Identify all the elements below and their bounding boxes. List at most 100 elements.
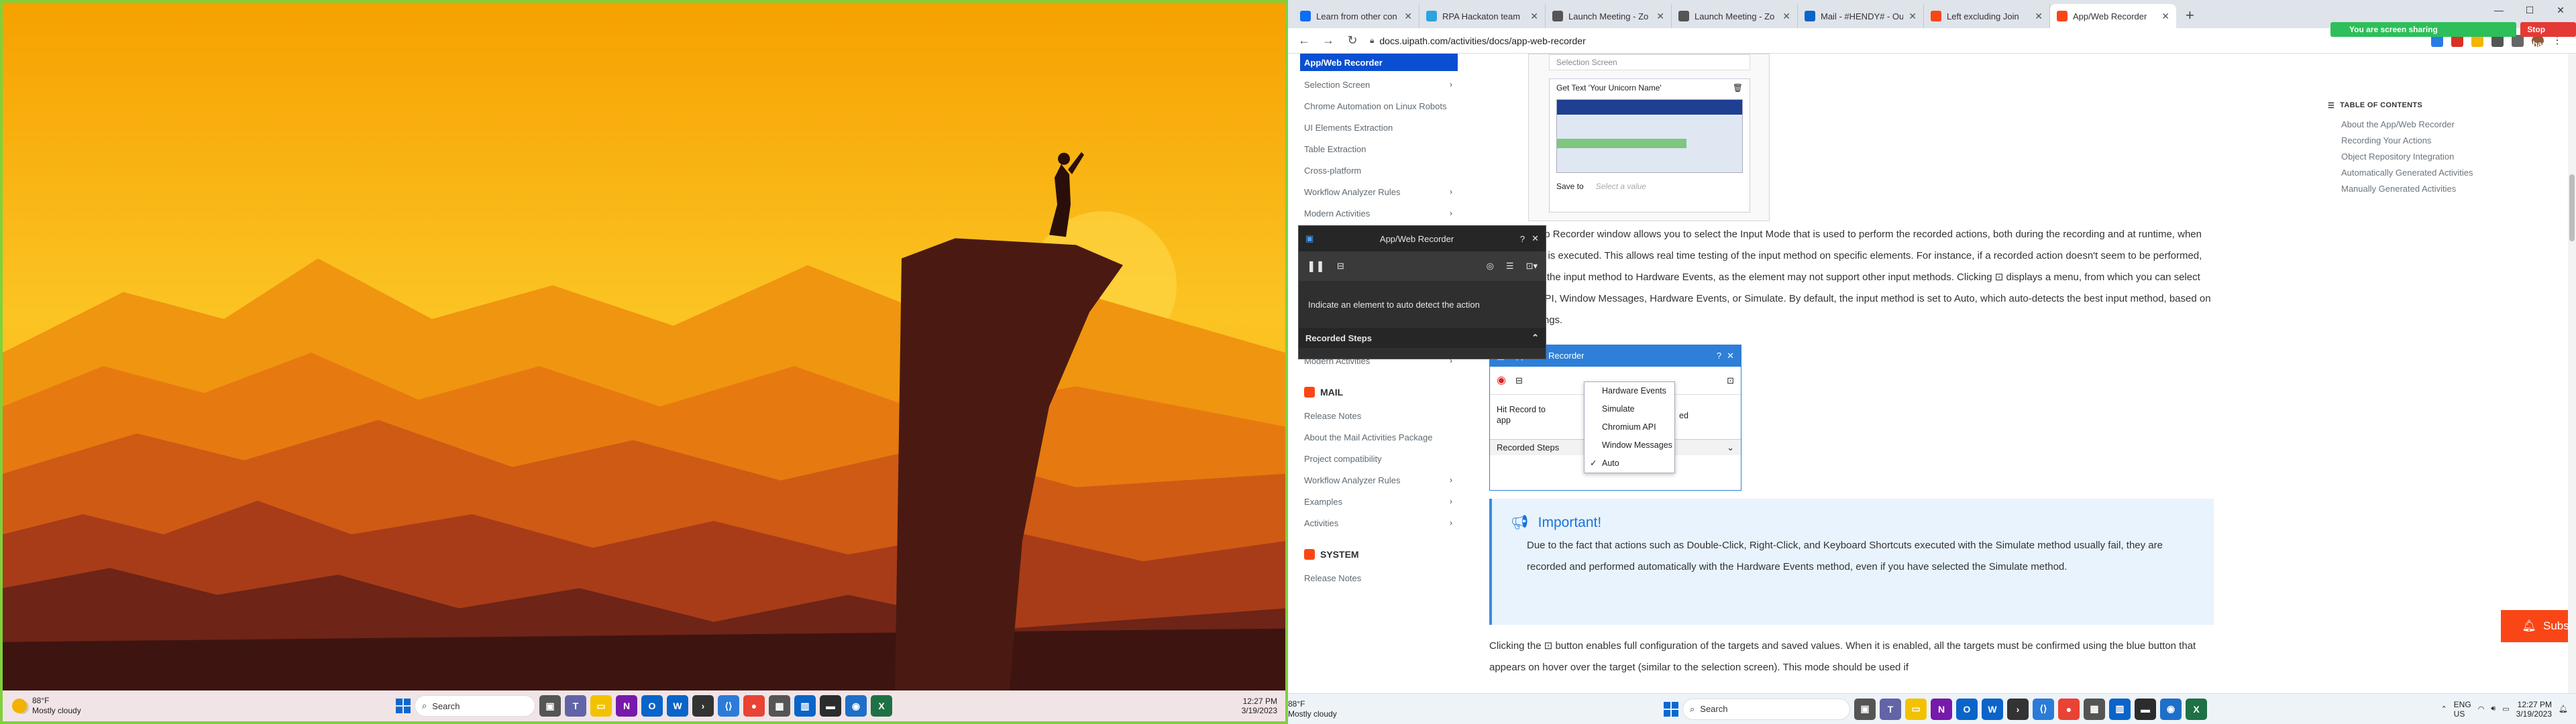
target-icon[interactable]: ◎ bbox=[1487, 261, 1494, 272]
toc-link[interactable]: Recording Your Actions bbox=[2328, 130, 2475, 146]
toc-link[interactable]: About the App/Web Recorder bbox=[2328, 114, 2475, 130]
search-placeholder: Search bbox=[432, 701, 460, 711]
remote-desktop-icon[interactable]: ▥ bbox=[2109, 698, 2131, 720]
task-view-icon[interactable]: ▣ bbox=[1854, 698, 1876, 720]
reload-icon[interactable]: ↻ bbox=[1346, 34, 1359, 48]
url-field[interactable]: 🔒︎ docs.uipath.com/activities/docs/app-w… bbox=[1370, 30, 1960, 51]
battery-icon[interactable]: ▭ bbox=[2502, 705, 2509, 713]
browser-tab[interactable]: App/Web Recorder ✕ bbox=[2050, 4, 2176, 28]
sidebar-item[interactable]: Examples › bbox=[1300, 491, 1458, 512]
sidebar-item[interactable]: About the Mail Activities Package bbox=[1300, 426, 1458, 448]
stop-share-button[interactable]: Stop Share bbox=[2520, 22, 2576, 49]
browser-tab[interactable]: Launch Meeting - Zo ✕ bbox=[1546, 4, 1672, 28]
remote-desktop-icon[interactable]: ▥ bbox=[794, 695, 816, 717]
close-icon[interactable]: ✕ bbox=[1532, 233, 1539, 244]
app-icon[interactable]: ▦ bbox=[2084, 698, 2105, 720]
zoom-icon[interactable]: ◉ bbox=[845, 695, 867, 717]
chevron-right-icon: › bbox=[1450, 475, 1452, 485]
terminal-icon[interactable]: › bbox=[2007, 698, 2029, 720]
sidebar-item[interactable]: Table Extraction bbox=[1300, 138, 1458, 160]
excel-icon[interactable]: X bbox=[2186, 698, 2207, 720]
tab-close-icon[interactable]: ✕ bbox=[1404, 11, 1412, 22]
new-tab-icon[interactable]: + bbox=[2176, 7, 2204, 28]
taskbar-search[interactable]: ⌕ Search bbox=[415, 695, 535, 717]
sidebar-item[interactable]: Activities › bbox=[1300, 512, 1458, 534]
close-icon[interactable]: ✕ bbox=[2545, 0, 2576, 20]
sidebar-item[interactable]: Release Notes bbox=[1300, 405, 1458, 426]
file-explorer-icon[interactable]: ▭ bbox=[590, 695, 612, 717]
windows-start-icon[interactable] bbox=[396, 699, 411, 713]
tab-close-icon[interactable]: ✕ bbox=[1909, 11, 1917, 22]
weather-widget[interactable]: 88°F Mostly cloudy bbox=[3, 696, 137, 716]
wifi-icon[interactable]: ◠ bbox=[2478, 705, 2485, 713]
maximize-icon[interactable]: ☐ bbox=[2514, 0, 2545, 20]
notification-icon[interactable]: 🔔︎ bbox=[2559, 705, 2568, 713]
outlook-icon[interactable]: O bbox=[641, 695, 663, 717]
browser-tab[interactable]: Learn from other con ✕ bbox=[1293, 4, 1419, 28]
tab-close-icon[interactable]: ✕ bbox=[1782, 11, 1790, 22]
tab-close-icon[interactable]: ✕ bbox=[2035, 11, 2043, 22]
tab-close-icon[interactable]: ✕ bbox=[1530, 11, 1538, 22]
sidebar-item[interactable]: Modern Activities › bbox=[1300, 202, 1458, 224]
chrome-icon[interactable]: ● bbox=[2058, 698, 2080, 720]
sidebar-item[interactable]: Release Notes bbox=[1300, 567, 1458, 589]
chrome-icon[interactable]: ● bbox=[743, 695, 765, 717]
tab-close-icon[interactable]: ✕ bbox=[2161, 11, 2169, 22]
forward-icon[interactable]: → bbox=[1322, 34, 1335, 48]
browser-tab[interactable]: RPA Hackaton team ✕ bbox=[1419, 4, 1546, 28]
sidebar-item[interactable]: Workflow Analyzer Rules › bbox=[1300, 469, 1458, 491]
pause-icon[interactable]: ❚❚ bbox=[1307, 259, 1325, 273]
vscode-icon[interactable]: ⟨⟩ bbox=[2033, 698, 2054, 720]
help-icon[interactable]: ? bbox=[1520, 234, 1525, 244]
toc-link[interactable]: Automatically Generated Activities bbox=[2328, 162, 2475, 178]
save-icon[interactable]: ⊟ bbox=[1337, 261, 1344, 272]
browser-tab[interactable]: Left excluding Join ✕ bbox=[1924, 4, 2050, 28]
windows-start-icon[interactable] bbox=[1664, 701, 1678, 717]
sidebar-item[interactable]: Chrome Automation on Linux Robots bbox=[1300, 95, 1458, 117]
page-scrollbar[interactable] bbox=[2568, 54, 2576, 693]
sidebar-item[interactable]: Selection Screen › bbox=[1300, 74, 1458, 95]
sidebar-item[interactable]: UI Elements Extraction bbox=[1300, 117, 1458, 138]
toc-link[interactable]: Object Repository Integration bbox=[2328, 146, 2475, 162]
sidebar-item[interactable]: Cross-platform bbox=[1300, 160, 1458, 181]
onenote-icon[interactable]: N bbox=[616, 695, 637, 717]
task-view-icon[interactable]: ▣ bbox=[539, 695, 561, 717]
cmd-icon[interactable]: ▬ bbox=[820, 695, 841, 717]
app-icon[interactable]: ▦ bbox=[769, 695, 790, 717]
teams-icon[interactable]: T bbox=[565, 695, 586, 717]
sidebar-item[interactable]: App/Web Recorder bbox=[1300, 54, 1458, 71]
outlook-icon[interactable]: O bbox=[1956, 698, 1978, 720]
browser-tab[interactable]: Launch Meeting - Zo ✕ bbox=[1672, 4, 1798, 28]
taskbar-search[interactable]: ⌕ Search bbox=[1682, 698, 1850, 720]
browser-tab[interactable]: Mail - #HENDY# - Ou ✕ bbox=[1798, 4, 1924, 28]
sidebar-section-system[interactable]: SYSTEM bbox=[1300, 542, 1458, 567]
list-view-icon[interactable]: ☰ bbox=[1506, 261, 1514, 272]
weather-widget[interactable]: 88°F Mostly cloudy bbox=[1288, 699, 1337, 719]
minimize-icon[interactable]: — bbox=[2483, 0, 2514, 20]
language-label[interactable]: ENG bbox=[2454, 700, 2471, 709]
sidebar-item[interactable]: Workflow Analyzer Rules › bbox=[1300, 181, 1458, 202]
vscode-icon[interactable]: ⟨⟩ bbox=[718, 695, 739, 717]
zoom-icon[interactable]: ◉ bbox=[2160, 698, 2182, 720]
volume-icon[interactable]: 🔊︎ bbox=[2491, 705, 2496, 713]
input-mode-icon[interactable]: ⊡▾ bbox=[1526, 261, 1538, 272]
cmd-icon[interactable]: ▬ bbox=[2135, 698, 2156, 720]
sidebar-section-mail[interactable]: MAIL bbox=[1300, 379, 1458, 405]
toc-link[interactable]: Manually Generated Activities bbox=[2328, 178, 2475, 194]
important-callout: 📢︎ Important! Due to the fact that actio… bbox=[1489, 499, 2214, 625]
back-icon[interactable]: ← bbox=[1297, 34, 1311, 48]
recorded-steps-header[interactable]: Recorded Steps ⌃ bbox=[1299, 328, 1546, 348]
subscribe-button[interactable]: 🔔︎ Subscribe bbox=[2501, 610, 2576, 642]
terminal-icon[interactable]: › bbox=[692, 695, 714, 717]
excel-icon[interactable]: X bbox=[871, 695, 892, 717]
onenote-icon[interactable]: N bbox=[1931, 698, 1952, 720]
word-icon[interactable]: W bbox=[667, 695, 688, 717]
sidebar-item[interactable]: Project compatibility bbox=[1300, 448, 1458, 469]
word-icon[interactable]: W bbox=[1982, 698, 2003, 720]
region-label[interactable]: US bbox=[2454, 709, 2471, 719]
file-explorer-icon[interactable]: ▭ bbox=[1905, 698, 1927, 720]
tab-close-icon[interactable]: ✕ bbox=[1656, 11, 1664, 22]
chevron-up-icon[interactable]: ⌃ bbox=[2440, 705, 2447, 713]
teams-icon[interactable]: T bbox=[1880, 698, 1901, 720]
input-method-option: Simulate bbox=[1585, 400, 1674, 418]
